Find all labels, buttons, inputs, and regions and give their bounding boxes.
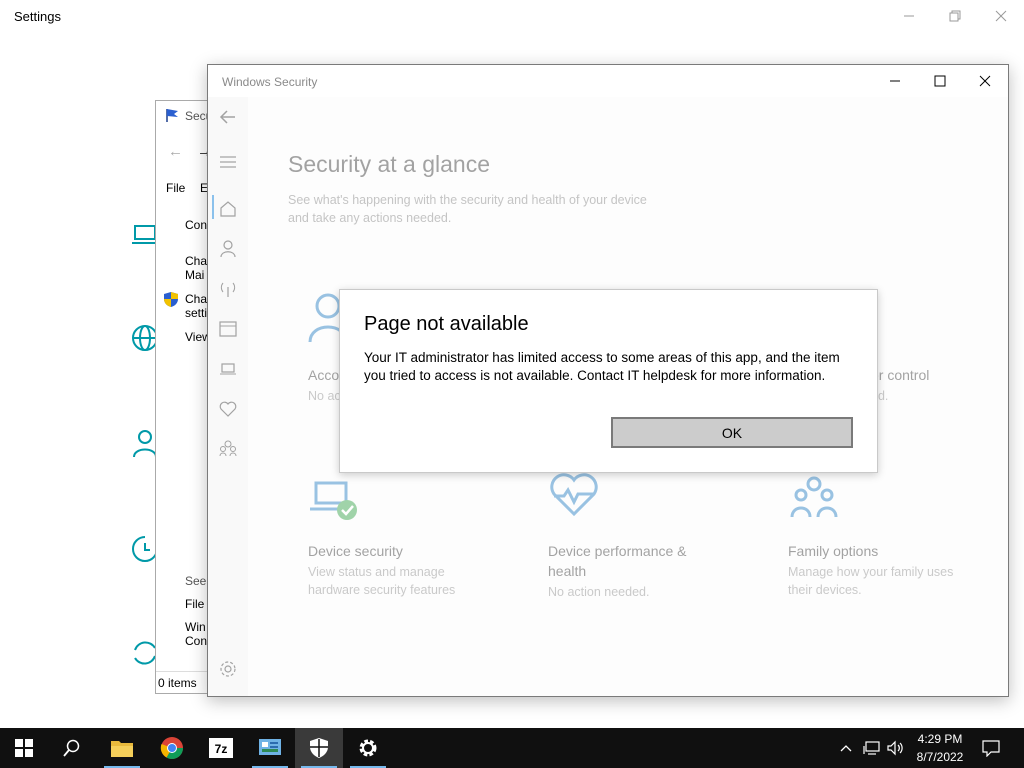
svg-text:7z: 7z — [215, 742, 228, 756]
close-button[interactable] — [978, 0, 1024, 32]
search-icon — [63, 739, 80, 757]
family-options-title[interactable]: Family options — [788, 543, 878, 559]
back-arrow-icon[interactable]: ← — [168, 143, 183, 160]
settings-gear-icon — [359, 739, 377, 757]
account-tile-title[interactable]: Acco — [308, 367, 339, 383]
file-explorer-button[interactable] — [98, 728, 146, 768]
action-center-icon[interactable] — [982, 740, 1000, 757]
flag-icon — [166, 109, 178, 122]
clock-date[interactable]: 8/7/2022 — [912, 750, 968, 764]
device-security-desc-line1: View status and manage — [308, 565, 445, 579]
minimize-icon — [890, 80, 900, 82]
close-icon — [995, 10, 1007, 22]
see-also-heading: See — [185, 574, 207, 588]
device-security-tile-icon[interactable] — [308, 477, 360, 523]
restore-icon — [949, 10, 961, 22]
back-arrow-icon[interactable] — [218, 107, 238, 127]
home-icon[interactable] — [218, 199, 238, 219]
start-button[interactable] — [0, 728, 48, 768]
taskbar: 7z 4:29 PM 8/7/2022 — [0, 728, 1024, 768]
minimize-button[interactable] — [886, 0, 932, 32]
link-file-history[interactable]: File — [185, 597, 204, 611]
control-panel-icon — [259, 739, 281, 755]
family-options-desc-line2: their devices. — [788, 583, 862, 597]
uac-shield-icon — [164, 292, 178, 307]
dialog-title: Page not available — [364, 313, 529, 335]
page-not-available-dialog: Page not available Your IT administrator… — [339, 289, 878, 473]
settings-gear-icon[interactable] — [218, 659, 238, 679]
account-tile-desc: No ac — [308, 389, 341, 403]
device-performance-tile-icon[interactable] — [548, 472, 600, 518]
link-windows-2[interactable]: Con — [185, 634, 207, 648]
status-items: 0 items — [158, 676, 197, 690]
hamburger-menu-icon[interactable] — [218, 152, 238, 172]
clock-time[interactable]: 4:29 PM — [912, 732, 968, 746]
device-performance-title-line1[interactable]: Device performance & — [548, 543, 687, 559]
windows-security-icon — [310, 738, 328, 758]
control-panel-button[interactable] — [246, 728, 294, 768]
minimize-icon — [904, 15, 914, 17]
page-subtitle-line2: and take any actions needed. — [288, 211, 452, 225]
link-change-1b[interactable]: Mai — [185, 268, 204, 282]
menu-file[interactable]: File — [166, 181, 185, 195]
family-options-desc-line1: Manage how your family uses — [788, 565, 954, 579]
security-center-window: Secu ← → File E Con Cha Mai Cha setti Vi… — [155, 100, 215, 694]
search-button[interactable] — [48, 728, 96, 768]
account-protection-icon[interactable] — [218, 239, 238, 259]
selected-indicator — [212, 195, 214, 219]
device-security-desc-line2: hardware security features — [308, 583, 456, 597]
link-change-2a[interactable]: Cha — [185, 292, 207, 306]
link-control[interactable]: Con — [185, 218, 207, 232]
device-performance-desc: No action needed. — [548, 585, 650, 599]
window-title: Windows Security — [222, 75, 318, 89]
nav-pane — [208, 97, 248, 696]
app-browser-control-icon[interactable] — [218, 319, 238, 339]
chrome-icon — [160, 737, 183, 759]
link-change-1a[interactable]: Cha — [185, 254, 207, 268]
firewall-network-icon[interactable] — [218, 279, 238, 299]
maximize-button[interactable] — [917, 65, 963, 97]
volume-icon[interactable] — [886, 740, 904, 756]
close-icon — [979, 75, 991, 87]
settings-title: Settings — [14, 9, 61, 24]
start-icon — [15, 739, 33, 757]
device-security-tile-title[interactable]: Device security — [308, 543, 403, 559]
7zip-icon: 7z — [209, 738, 233, 758]
page-title: Security at a glance — [288, 151, 491, 177]
ok-button[interactable]: OK — [611, 417, 853, 448]
page-subtitle-line1: See what's happening with the security a… — [288, 193, 647, 207]
device-health-icon[interactable] — [218, 399, 238, 419]
restore-button[interactable] — [932, 0, 978, 32]
network-icon[interactable] — [862, 740, 880, 756]
maximize-icon — [934, 75, 946, 87]
family-options-icon[interactable] — [218, 439, 238, 459]
device-security-icon[interactable] — [218, 359, 238, 379]
family-options-tile-icon[interactable] — [788, 475, 840, 521]
windows-security-button[interactable] — [295, 728, 343, 768]
dialog-message: Your IT administrator has limited access… — [364, 350, 840, 383]
app-browser-tile-title[interactable]: er control — [871, 367, 929, 383]
link-windows-1[interactable]: Win — [185, 620, 206, 634]
file-explorer-icon — [111, 741, 133, 757]
7zip-button[interactable]: 7z — [197, 728, 245, 768]
close-button[interactable] — [962, 65, 1008, 97]
settings-button[interactable] — [344, 728, 392, 768]
chrome-button[interactable] — [148, 728, 196, 768]
chevron-up-icon[interactable] — [840, 741, 852, 755]
minimize-button[interactable] — [872, 65, 918, 97]
link-change-2b[interactable]: setti — [185, 306, 207, 320]
device-performance-title-line2[interactable]: health — [548, 563, 586, 579]
